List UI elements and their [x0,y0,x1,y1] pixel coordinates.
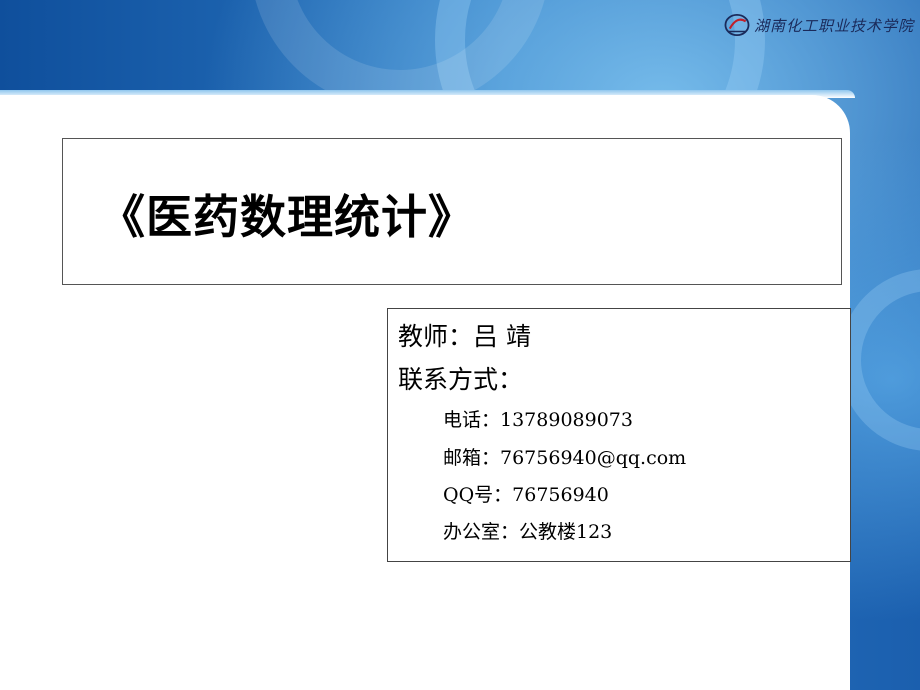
school-name: 湖南化工职业技术学院 [753,16,914,35]
contact-email: 邮箱：76756940@qq.com [443,447,687,469]
course-title: 《医药数理统计》 [99,190,475,244]
contact-phone: 电话：13789089073 [443,409,633,431]
school-logo: 湖南化工职业技术学院 [724,6,914,44]
contact-office: 办公室：公教楼123 [443,521,613,543]
title-box: 《医药数理统计》 [62,138,842,285]
slide: 湖南化工职业技术学院 《医药数理统计》 教师：吕 靖 联系方式： 电话：1378… [0,0,920,690]
teacher-info-box: 教师：吕 靖 联系方式： 电话：13789089073 邮箱：76756940@… [387,308,851,562]
school-logo-icon [724,13,750,37]
contact-qq: QQ号：76756940 [443,484,609,506]
contact-heading: 联系方式： [398,365,524,394]
teacher-name: 教师：吕 靖 [398,322,531,351]
